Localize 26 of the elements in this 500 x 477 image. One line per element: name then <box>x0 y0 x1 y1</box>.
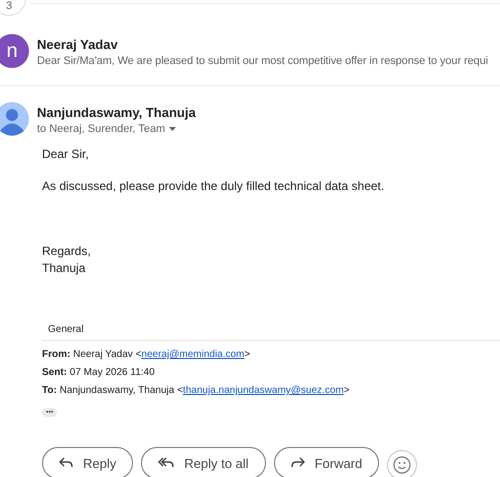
quoted-header-line: Sent: 07 May 2026 11:40 <box>42 366 156 380</box>
sender-name: Neeraj Yadav <box>37 37 119 52</box>
email-link[interactable]: neeraj@memindia.com <box>141 349 244 360</box>
thread-count-badge[interactable]: 3 <box>0 0 26 16</box>
reply-all-button[interactable]: Reply to all <box>141 447 266 477</box>
forward-icon <box>290 457 305 469</box>
recipients: to Neeraj, Surender, Team <box>37 123 166 135</box>
classification-label: General <box>47 324 85 335</box>
forward-button[interactable]: Forward <box>274 447 380 477</box>
caret-icon[interactable] <box>169 127 176 131</box>
body-text: Dear Sir, <box>42 146 90 163</box>
body-text: Regards, <box>42 243 92 260</box>
person-avatar-icon <box>0 102 29 136</box>
body-text: Thanuja <box>42 260 86 277</box>
smiley-icon <box>393 456 412 474</box>
email-link[interactable]: thanuja.nanjundaswamy@suez.com <box>182 385 344 396</box>
reply-icon <box>59 457 73 469</box>
reply-button[interactable]: Reply <box>42 447 134 477</box>
emoji-button[interactable] <box>387 450 418 477</box>
body-text: As discussed, please provide the duly filled technical data sheet. <box>42 178 386 195</box>
reply-all-icon <box>158 457 174 469</box>
sender-name: Nanjundaswamy, Thanuja <box>37 105 196 120</box>
quoted-header-line: From: Neeraj Yadav <neeraj@memindia.com> <box>42 348 252 362</box>
sender-avatar: n <box>0 34 29 68</box>
quoted-header-line: To: Nanjundaswamy, Thanuja <thanuja.nanjundaswamy@suez.com> <box>42 384 351 398</box>
message-snippet: Dear Sir/Ma'am, We are pleased to submit our most competitive offer in response to your requi <box>37 55 488 67</box>
